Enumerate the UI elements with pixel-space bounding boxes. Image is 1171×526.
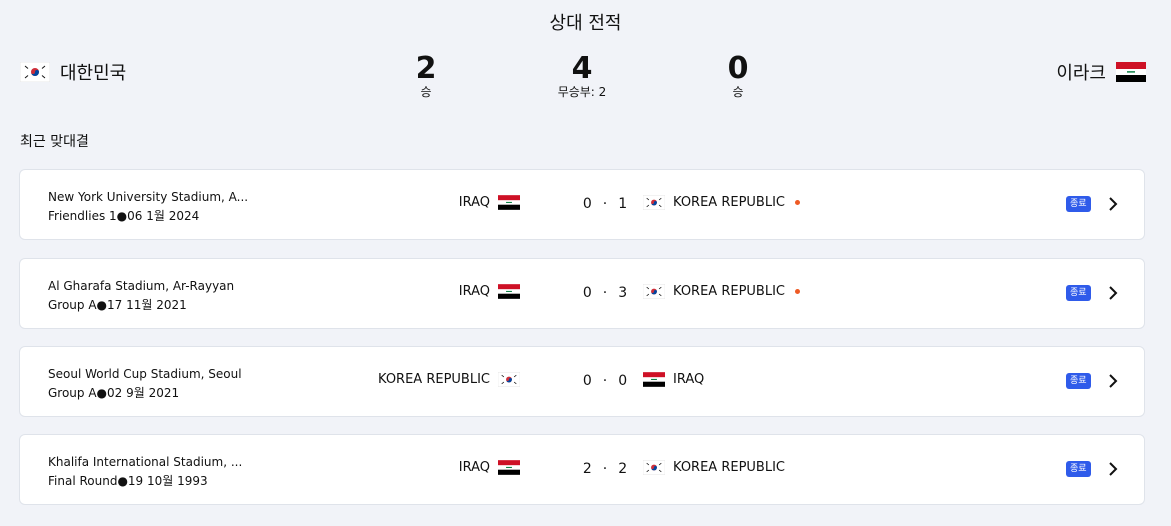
match-score: 0 · 1 bbox=[560, 196, 650, 212]
status-badge: 종료 bbox=[1066, 461, 1091, 477]
home-team-name: 대한민국 bbox=[60, 63, 127, 84]
right-team: IRAQ bbox=[643, 372, 704, 387]
right-score: 0 bbox=[618, 373, 628, 389]
home-wins-stat: 2 승 bbox=[386, 51, 466, 100]
left-team-name: IRAQ bbox=[458, 284, 490, 299]
match-venue-info: New York University Stadium, A... Friend… bbox=[48, 188, 268, 226]
status-badge: 종료 bbox=[1066, 373, 1091, 389]
match-venue-info: Al Gharafa Stadium, Ar-Rayyan Group A●17… bbox=[48, 277, 268, 315]
left-score: 0 bbox=[582, 196, 592, 212]
venue-name: New York University Stadium, A... bbox=[48, 190, 249, 204]
match-score: 0 · 3 bbox=[560, 285, 650, 301]
left-score: 2 bbox=[582, 461, 592, 477]
match-info: Final Round●19 10월 1993 bbox=[48, 474, 208, 488]
left-team: IRAQ bbox=[459, 284, 520, 299]
away-team-name: 이라크 bbox=[1056, 63, 1106, 84]
match-score: 2 · 2 bbox=[560, 461, 650, 477]
match-score: 0 · 0 bbox=[560, 373, 650, 389]
match-info: Group A●17 11월 2021 bbox=[48, 298, 187, 312]
left-team: IRAQ bbox=[459, 460, 520, 475]
status-badge: 종료 bbox=[1066, 285, 1091, 301]
home-wins-label: 승 bbox=[420, 85, 432, 99]
korea-flag-icon bbox=[498, 372, 520, 387]
chevron-right-icon[interactable] bbox=[1106, 371, 1120, 391]
score-separator: · bbox=[602, 285, 608, 301]
right-score: 3 bbox=[618, 285, 628, 301]
left-team-name: IRAQ bbox=[458, 460, 490, 475]
left-team-name: KOREA REPUBLIC bbox=[378, 372, 490, 387]
right-team-name: KOREA REPUBLIC bbox=[673, 195, 785, 210]
recent-matches-title: 최근 맞대결 bbox=[20, 134, 89, 150]
score-separator: · bbox=[602, 196, 608, 212]
chevron-right-icon[interactable] bbox=[1106, 283, 1120, 303]
total-count: 4 bbox=[571, 51, 593, 86]
left-team-name: IRAQ bbox=[458, 195, 490, 210]
match-card[interactable]: Al Gharafa Stadium, Ar-Rayyan Group A●17… bbox=[19, 258, 1145, 329]
venue-name: Al Gharafa Stadium, Ar-Rayyan bbox=[48, 279, 235, 293]
right-score: 2 bbox=[618, 461, 628, 477]
korea-flag-icon bbox=[20, 62, 50, 82]
home-team[interactable]: 대한민국 bbox=[20, 59, 126, 85]
away-team[interactable]: 이라크 bbox=[1056, 59, 1146, 85]
away-wins-label: 승 bbox=[732, 85, 744, 99]
left-score: 0 bbox=[582, 285, 592, 301]
korea-flag-icon bbox=[643, 195, 665, 210]
right-team: KOREA REPUBLIC bbox=[643, 460, 785, 475]
left-team: IRAQ bbox=[459, 195, 520, 210]
right-score: 1 bbox=[618, 196, 628, 212]
match-info: Group A●02 9월 2021 bbox=[48, 386, 180, 400]
iraq-flag-icon bbox=[498, 195, 520, 210]
draws-label: 무승부: 2 bbox=[557, 85, 607, 99]
score-separator: · bbox=[602, 373, 608, 389]
iraq-flag-icon bbox=[1116, 62, 1146, 82]
korea-flag-icon bbox=[643, 284, 665, 299]
score-separator: · bbox=[602, 461, 608, 477]
match-venue-info: Khalifa International Stadium, ... Final… bbox=[48, 453, 268, 491]
iraq-flag-icon bbox=[643, 372, 665, 387]
venue-name: Khalifa International Stadium, ... bbox=[48, 455, 243, 469]
left-team: KOREA REPUBLIC bbox=[378, 372, 520, 387]
winner-marker-icon bbox=[795, 200, 800, 205]
match-card[interactable]: Khalifa International Stadium, ... Final… bbox=[19, 434, 1145, 505]
right-team-name: KOREA REPUBLIC bbox=[673, 284, 785, 299]
chevron-right-icon[interactable] bbox=[1106, 194, 1120, 214]
draws-stat: 4 무승부: 2 bbox=[542, 51, 622, 100]
match-card[interactable]: New York University Stadium, A... Friend… bbox=[19, 169, 1145, 240]
iraq-flag-icon bbox=[498, 460, 520, 475]
chevron-right-icon[interactable] bbox=[1106, 459, 1120, 479]
left-score: 0 bbox=[582, 373, 592, 389]
right-team-name: IRAQ bbox=[673, 372, 705, 387]
right-team-name: KOREA REPUBLIC bbox=[673, 460, 785, 475]
winner-marker-icon bbox=[795, 289, 800, 294]
right-team: KOREA REPUBLIC bbox=[643, 284, 800, 299]
right-team: KOREA REPUBLIC bbox=[643, 195, 800, 210]
home-wins-count: 2 bbox=[415, 51, 437, 86]
match-venue-info: Seoul World Cup Stadium, Seoul Group A●0… bbox=[48, 365, 268, 403]
korea-flag-icon bbox=[643, 460, 665, 475]
away-wins-count: 0 bbox=[727, 51, 749, 86]
venue-name: Seoul World Cup Stadium, Seoul bbox=[48, 367, 242, 381]
iraq-flag-icon bbox=[498, 284, 520, 299]
head-to-head-title: 상대 전적 bbox=[549, 13, 622, 34]
status-badge: 종료 bbox=[1066, 196, 1091, 212]
match-info: Friendlies 1●06 1월 2024 bbox=[48, 209, 200, 223]
away-wins-stat: 0 승 bbox=[698, 51, 778, 100]
match-card[interactable]: Seoul World Cup Stadium, Seoul Group A●0… bbox=[19, 346, 1145, 417]
